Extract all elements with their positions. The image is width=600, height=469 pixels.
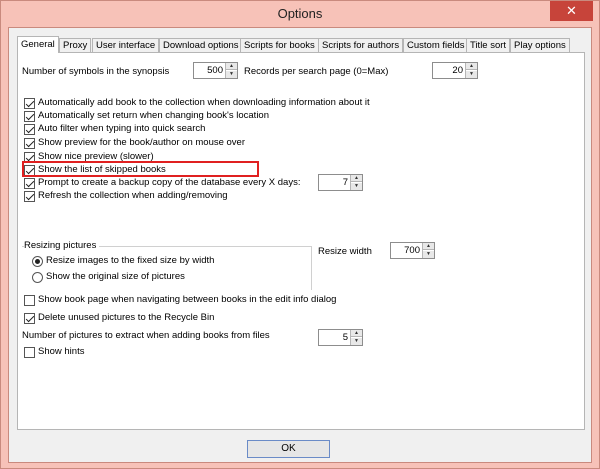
tab-scripts-for-books[interactable]: Scripts for books [240, 38, 319, 52]
pictures-extract-spin-buttons[interactable]: ▲ ▼ [350, 330, 362, 345]
radio-button[interactable] [32, 272, 43, 283]
checkbox-box[interactable] [24, 191, 35, 202]
records-value: 20 [452, 65, 463, 76]
pictures-extract-spinner[interactable]: 5 ▲ ▼ [318, 329, 363, 346]
checkbox-label: Show book page when navigating between b… [38, 294, 337, 305]
resize-width-spinner[interactable]: 700 ▲ ▼ [390, 242, 435, 259]
checkbox-label: Auto filter when typing into quick searc… [38, 123, 206, 134]
tab-proxy[interactable]: Proxy [59, 38, 92, 52]
checkbox-label: Prompt to create a backup copy of the da… [38, 177, 301, 188]
records-label: Records per search page (0=Max) [244, 66, 389, 77]
spin-down-icon[interactable]: ▼ [423, 251, 434, 258]
spin-up-icon[interactable]: ▲ [423, 243, 434, 250]
options-window: Options ✕ General Proxy User interface D… [0, 0, 600, 469]
radio-label: Show the original size of pictures [46, 271, 185, 282]
window-title: Options [277, 6, 323, 21]
general-tab-panel: Number of symbols in the synopsis 500 ▲ … [17, 52, 585, 430]
spin-up-icon[interactable]: ▲ [466, 63, 477, 70]
spin-up-icon[interactable]: ▲ [351, 175, 362, 182]
ok-button[interactable]: OK [247, 440, 330, 458]
checkbox-box[interactable] [24, 313, 35, 324]
backup-days-spinner[interactable]: 7 ▲ ▼ [318, 174, 363, 191]
spin-down-icon[interactable]: ▼ [226, 71, 237, 78]
resizing-pictures-group [22, 246, 312, 290]
spin-down-icon[interactable]: ▼ [351, 183, 362, 190]
checkbox-box[interactable] [24, 138, 35, 149]
tab-play-options[interactable]: Play options [510, 38, 570, 52]
tab-title-sort[interactable]: Title sort [466, 38, 511, 52]
synopsis-label: Number of symbols in the synopsis [22, 66, 170, 77]
spin-down-icon[interactable]: ▼ [466, 71, 477, 78]
resizing-group-label: Resizing pictures [24, 240, 100, 251]
pictures-extract-value: 5 [342, 332, 348, 343]
checkbox-label: Show hints [38, 346, 85, 357]
resize-width-spin-buttons[interactable]: ▲ ▼ [422, 243, 434, 258]
synopsis-value: 500 [207, 65, 223, 76]
checkbox-box[interactable] [24, 98, 35, 109]
title-bar[interactable]: Options ✕ [1, 1, 599, 27]
radio-button[interactable] [32, 256, 43, 267]
records-spin-buttons[interactable]: ▲ ▼ [465, 63, 477, 78]
highlight-annotation-box [22, 161, 259, 177]
resize-width-value: 700 [404, 245, 420, 256]
resize-width-label: Resize width [318, 246, 372, 257]
records-spinner[interactable]: 20 ▲ ▼ [432, 62, 478, 79]
dialog-client-area: General Proxy User interface Download op… [8, 27, 592, 463]
synopsis-spin-buttons[interactable]: ▲ ▼ [225, 63, 237, 78]
checkbox-label: Show preview for the book/author on mous… [38, 137, 246, 148]
checkbox-label: Delete unused pictures to the Recycle Bi… [38, 312, 215, 323]
checkbox-label: Refresh the collection when adding/remov… [38, 190, 228, 201]
close-button[interactable]: ✕ [550, 1, 593, 21]
checkbox-box[interactable] [24, 111, 35, 122]
backup-days-spin-buttons[interactable]: ▲ ▼ [350, 175, 362, 190]
checkbox-box[interactable] [24, 347, 35, 358]
checkbox-label: Automatically set return when changing b… [38, 110, 270, 121]
backup-days-value: 7 [342, 177, 348, 188]
tab-user-interface[interactable]: User interface [92, 38, 160, 52]
spin-down-icon[interactable]: ▼ [351, 338, 362, 345]
checkbox-label: Automatically add book to the collection… [38, 97, 370, 108]
tab-download-options[interactable]: Download options [159, 38, 243, 52]
spin-up-icon[interactable]: ▲ [226, 63, 237, 70]
spin-up-icon[interactable]: ▲ [351, 330, 362, 337]
pictures-extract-label: Number of pictures to extract when addin… [22, 330, 270, 341]
synopsis-spinner[interactable]: 500 ▲ ▼ [193, 62, 238, 79]
radio-label: Resize images to the fixed size by width [46, 255, 215, 266]
checkbox-box[interactable] [24, 295, 35, 306]
checkbox-box[interactable] [24, 124, 35, 135]
tab-scripts-for-authors[interactable]: Scripts for authors [318, 38, 404, 52]
checkbox-box[interactable] [24, 178, 35, 189]
tab-custom-fields[interactable]: Custom fields [403, 38, 469, 52]
tab-general[interactable]: General [17, 36, 59, 53]
